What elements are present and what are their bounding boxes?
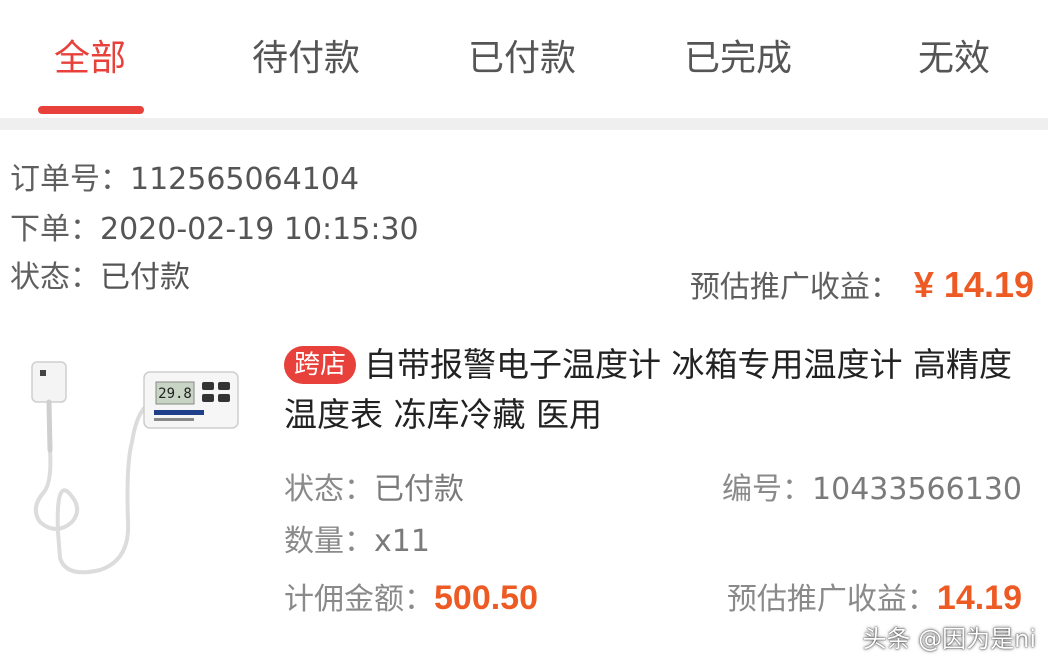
section-divider (0, 118, 1048, 130)
item-earning: 14.19 (936, 579, 1022, 617)
thermometer-display-reading: 29.8 (158, 386, 192, 402)
item-earning-row: 预估推广收益：14.19 (727, 578, 1022, 620)
order-status-row: 状态：已付款 (10, 258, 190, 298)
item-quantity-label: 数量： (284, 524, 374, 559)
product-title: 自带报警电子温度计 冰箱专用温度计 高精度温度表 冻库冷藏 医用 (284, 345, 1012, 434)
item-status-row: 状态：已付款 (284, 470, 464, 510)
item-earning-label: 预估推广收益： (726, 582, 937, 617)
tab-invalid[interactable]: 无效 (918, 34, 990, 84)
order-status: 已付款 (100, 260, 190, 295)
item-code-label: 编号： (722, 472, 813, 507)
item-code: 10433566130 (812, 472, 1022, 507)
item-status-label: 状态： (284, 472, 374, 507)
order-status-label: 状态： (10, 260, 100, 295)
commission-amount: 500.50 (434, 579, 538, 617)
commission-amount-label: 计佣金额： (284, 582, 434, 617)
tab-pending-payment[interactable]: 待付款 (252, 34, 360, 84)
order-earning-amount: ¥ 14.19 (913, 264, 1034, 305)
item-quantity: x11 (374, 524, 430, 559)
tab-paid[interactable]: 已付款 (468, 34, 576, 84)
product-title-block[interactable]: 跨店 自带报警电子温度计 冰箱专用温度计 高精度温度表 冻库冷藏 医用 (284, 340, 1024, 440)
cross-store-badge: 跨店 (284, 346, 357, 384)
item-code-row: 编号：10433566130 (722, 470, 1022, 510)
item-quantity-row: 数量：x11 (284, 522, 430, 562)
item-status: 已付款 (374, 472, 464, 507)
order-earning-label: 预估推广收益： (689, 270, 900, 305)
watermark: 头条 @因为是ni (862, 625, 1036, 653)
product-image[interactable]: 29.8 (10, 332, 258, 590)
order-time-row: 下单：2020-02-19 10:15:30 (10, 210, 419, 250)
order-number-label: 订单号： (10, 162, 130, 197)
order-time-label: 下单： (10, 212, 100, 247)
order-number-row: 订单号：112565064104 (10, 160, 359, 200)
tab-all[interactable]: 全部 (54, 34, 126, 84)
commission-amount-row: 计佣金额：500.50 (284, 578, 538, 620)
order-filter-tabs: 全部 待付款 已付款 已完成 无效 (0, 0, 1048, 118)
tab-completed[interactable]: 已完成 (684, 34, 792, 84)
order-number: 112565064104 (130, 162, 360, 197)
thermometer-image: 29.8 (31, 361, 239, 575)
order-earning: 预估推广收益： ¥ 14.19 (690, 262, 1034, 306)
order-time: 2020-02-19 10:15:30 (100, 212, 419, 247)
active-tab-indicator (38, 106, 144, 114)
